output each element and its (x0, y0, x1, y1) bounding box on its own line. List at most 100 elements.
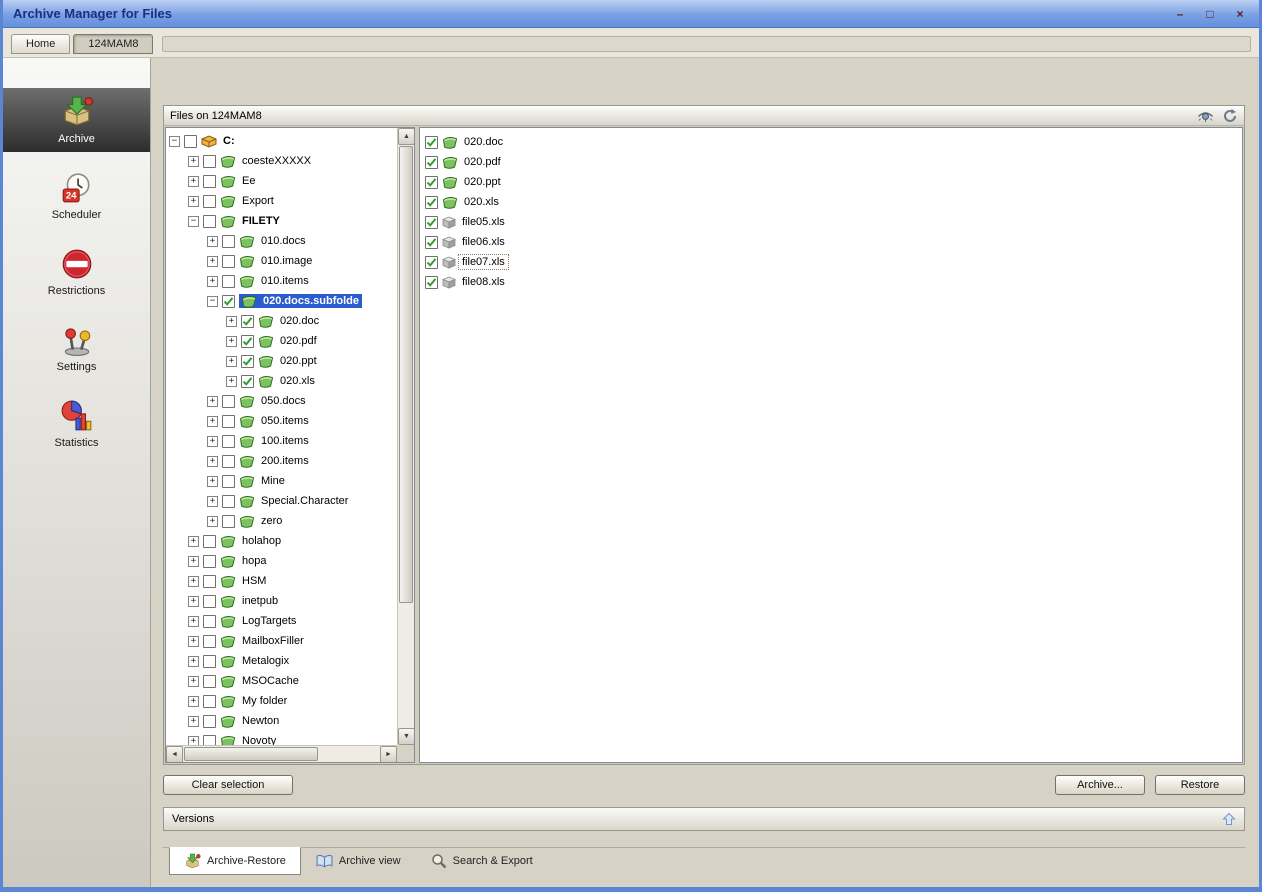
tree-item-inetpub[interactable]: +inetpub (169, 591, 397, 611)
archive-button[interactable]: Archive... (1055, 775, 1145, 795)
tree-checkbox[interactable] (222, 475, 235, 488)
expand-icon[interactable]: + (188, 656, 199, 667)
tree-checkbox[interactable] (203, 655, 216, 668)
tree-checkbox[interactable] (184, 135, 197, 148)
expand-icon[interactable]: + (226, 336, 237, 347)
tree-checkbox[interactable] (203, 715, 216, 728)
file-checkbox[interactable] (425, 236, 438, 249)
expand-icon[interactable]: + (207, 416, 218, 427)
file-checkbox[interactable] (425, 176, 438, 189)
tree-item-mailboxfiller[interactable]: +MailboxFiller (169, 631, 397, 651)
collapse-icon[interactable]: − (207, 296, 218, 307)
tree-item-mine[interactable]: +Mine (169, 471, 397, 491)
expand-icon[interactable]: + (188, 196, 199, 207)
expand-icon[interactable]: + (207, 496, 218, 507)
tree-item-hopa[interactable]: +hopa (169, 551, 397, 571)
tree-checkbox[interactable] (241, 355, 254, 368)
collapse-arrow-icon[interactable] (1222, 812, 1236, 826)
tree-item-200-items[interactable]: +200.items (169, 451, 397, 471)
tree-item-020-ppt[interactable]: +020.ppt (169, 351, 397, 371)
tree-checkbox[interactable] (241, 375, 254, 388)
expand-icon[interactable]: + (207, 276, 218, 287)
expand-icon[interactable]: + (226, 316, 237, 327)
expand-icon[interactable]: + (207, 436, 218, 447)
collapse-icon[interactable]: − (169, 136, 180, 147)
tree-item-msocache[interactable]: +MSOCache (169, 671, 397, 691)
file-checkbox[interactable] (425, 136, 438, 149)
refresh-icon[interactable] (1222, 108, 1238, 124)
tree-item-logtargets[interactable]: +LogTargets (169, 611, 397, 631)
tree-checkbox[interactable] (241, 335, 254, 348)
expand-icon[interactable]: + (188, 596, 199, 607)
bottom-tab-archive-restore[interactable]: Archive-Restore (169, 847, 301, 875)
expand-icon[interactable]: + (188, 576, 199, 587)
tree-checkbox[interactable] (203, 195, 216, 208)
expand-icon[interactable]: + (226, 376, 237, 387)
scroll-left-icon[interactable]: ◄ (166, 746, 183, 763)
file-item-020-doc[interactable]: 020.doc (425, 132, 1242, 152)
expand-icon[interactable]: + (188, 176, 199, 187)
tree-checkbox[interactable] (203, 175, 216, 188)
file-item-file05-xls[interactable]: file05.xls (425, 212, 1242, 232)
expand-icon[interactable]: + (207, 256, 218, 267)
tree-checkbox[interactable] (241, 315, 254, 328)
expand-icon[interactable]: + (188, 156, 199, 167)
tree-item-050-items[interactable]: +050.items (169, 411, 397, 431)
scroll-up-icon[interactable]: ▲ (398, 128, 415, 145)
minimize-button[interactable]: – (1171, 6, 1189, 22)
tree-item-c[interactable]: −C: (169, 131, 397, 151)
horizontal-scrollbar[interactable]: ◄ ► (166, 745, 397, 762)
tree-checkbox[interactable] (222, 415, 235, 428)
tree-item-my-folder[interactable]: +My folder (169, 691, 397, 711)
collapse-icon[interactable]: − (188, 216, 199, 227)
tree-checkbox[interactable] (222, 235, 235, 248)
tree-checkbox[interactable] (203, 575, 216, 588)
vertical-scroll-thumb[interactable] (399, 146, 413, 603)
tree-item-020-pdf[interactable]: +020.pdf (169, 331, 397, 351)
tree-item-020-docs-subfolde[interactable]: −020.docs.subfolde (169, 291, 397, 311)
file-item-020-ppt[interactable]: 020.ppt (425, 172, 1242, 192)
file-item-file08-xls[interactable]: file08.xls (425, 272, 1242, 292)
scroll-down-icon[interactable]: ▼ (398, 728, 415, 745)
tree-item-010-docs[interactable]: +010.docs (169, 231, 397, 251)
sidebar-item-scheduler[interactable]: 24Scheduler (3, 164, 150, 228)
expand-icon[interactable]: + (188, 696, 199, 707)
tree-item-metalogix[interactable]: +Metalogix (169, 651, 397, 671)
tree-item-novoty[interactable]: +Novoty (169, 731, 397, 745)
expand-icon[interactable]: + (188, 536, 199, 547)
horizontal-scroll-thumb[interactable] (184, 747, 318, 761)
file-checkbox[interactable] (425, 256, 438, 269)
tree-checkbox[interactable] (222, 435, 235, 448)
tree-item-zero[interactable]: +zero (169, 511, 397, 531)
tree-item-010-items[interactable]: +010.items (169, 271, 397, 291)
expand-icon[interactable]: + (226, 356, 237, 367)
file-item-020-pdf[interactable]: 020.pdf (425, 152, 1242, 172)
tree-item-hsm[interactable]: +HSM (169, 571, 397, 591)
tree-checkbox[interactable] (203, 735, 216, 746)
file-checkbox[interactable] (425, 276, 438, 289)
tree-item-special-character[interactable]: +Special.Character (169, 491, 397, 511)
tree-checkbox[interactable] (203, 155, 216, 168)
expand-icon[interactable]: + (188, 716, 199, 727)
file-checkbox[interactable] (425, 216, 438, 229)
expand-icon[interactable]: + (188, 556, 199, 567)
expand-icon[interactable]: + (207, 516, 218, 527)
tree-checkbox[interactable] (203, 595, 216, 608)
vertical-scrollbar[interactable]: ▲ ▼ (397, 128, 414, 745)
expand-icon[interactable]: + (188, 636, 199, 647)
file-checkbox[interactable] (425, 156, 438, 169)
file-checkbox[interactable] (425, 196, 438, 209)
tree-item-020-doc[interactable]: +020.doc (169, 311, 397, 331)
tree-checkbox[interactable] (222, 255, 235, 268)
tree-item-050-docs[interactable]: +050.docs (169, 391, 397, 411)
file-item-file07-xls[interactable]: file07.xls (425, 252, 1242, 272)
expand-icon[interactable]: + (207, 236, 218, 247)
expand-icon[interactable]: + (188, 676, 199, 687)
tree-checkbox[interactable] (203, 635, 216, 648)
tree-checkbox[interactable] (222, 515, 235, 528)
scroll-right-icon[interactable]: ► (380, 746, 397, 763)
expand-icon[interactable]: + (188, 616, 199, 627)
tree-item-ee[interactable]: +Ee (169, 171, 397, 191)
expand-icon[interactable]: + (207, 476, 218, 487)
tree-checkbox[interactable] (203, 535, 216, 548)
